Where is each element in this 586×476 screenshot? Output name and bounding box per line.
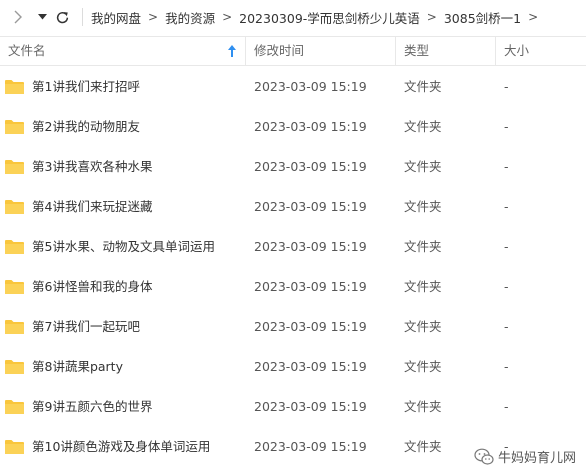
folder-icon (4, 267, 26, 307)
table-row[interactable]: 第9讲五颜六色的世界 2023-03-09 15:19 文件夹 - (0, 387, 586, 427)
file-name: 第4讲我们来玩捉迷藏 (32, 199, 153, 214)
file-size: - (504, 359, 509, 374)
column-header-size[interactable]: 大小 (496, 37, 586, 65)
column-header-modified-label: 修改时间 (254, 43, 305, 58)
file-name: 第7讲我们一起玩吧 (32, 319, 140, 334)
refresh-button[interactable] (52, 7, 72, 27)
table-row[interactable]: 第8讲蔬果party 2023-03-09 15:19 文件夹 - (0, 347, 586, 387)
breadcrumb-separator: > (528, 10, 539, 24)
column-header: 文件名 修改时间 类型 大小 (0, 36, 586, 66)
file-modified: 2023-03-09 15:19 (254, 239, 367, 254)
file-name: 第8讲蔬果party (32, 359, 123, 374)
nav-divider (82, 8, 83, 26)
folder-icon (4, 427, 26, 467)
table-row[interactable]: 第7讲我们一起玩吧 2023-03-09 15:19 文件夹 - (0, 307, 586, 347)
breadcrumb-separator: > (222, 10, 233, 24)
file-name: 第1讲我们来打招呼 (32, 79, 140, 94)
file-type: 文件夹 (404, 359, 442, 374)
folder-icon (4, 307, 26, 347)
file-type: 文件夹 (404, 279, 442, 294)
file-modified: 2023-03-09 15:19 (254, 319, 367, 334)
column-header-name-label: 文件名 (8, 43, 46, 58)
file-modified: 2023-03-09 15:19 (254, 79, 367, 94)
refresh-icon (56, 11, 68, 23)
breadcrumb-separator: > (426, 10, 437, 24)
file-browser: 我的网盘 > 我的资源 > 20230309-学而思剑桥少儿英语 > 3085剑… (0, 0, 586, 476)
breadcrumb-item-my-resources[interactable]: 我的资源 (165, 8, 215, 27)
file-name: 第3讲我喜欢各种水果 (32, 159, 153, 174)
file-size: - (504, 279, 509, 294)
table-row[interactable]: 第1讲我们来打招呼 2023-03-09 15:19 文件夹 - (0, 67, 586, 107)
file-list: 第1讲我们来打招呼 2023-03-09 15:19 文件夹 - 第2讲我的动物… (0, 67, 586, 467)
file-type: 文件夹 (404, 319, 442, 334)
file-modified: 2023-03-09 15:19 (254, 159, 367, 174)
file-size: - (504, 199, 509, 214)
file-modified: 2023-03-09 15:19 (254, 359, 367, 374)
caret-down-icon (37, 14, 47, 20)
table-row[interactable]: 第2讲我的动物朋友 2023-03-09 15:19 文件夹 - (0, 107, 586, 147)
column-header-size-label: 大小 (504, 43, 530, 58)
file-modified: 2023-03-09 15:19 (254, 119, 367, 134)
folder-icon (4, 147, 26, 187)
breadcrumb-item-current-folder[interactable]: 3085剑桥一1 (444, 8, 521, 27)
file-modified: 2023-03-09 15:19 (254, 399, 367, 414)
column-header-name[interactable]: 文件名 (0, 37, 246, 65)
table-row[interactable]: 第4讲我们来玩捉迷藏 2023-03-09 15:19 文件夹 - (0, 187, 586, 227)
file-size: - (504, 399, 509, 414)
column-header-modified[interactable]: 修改时间 (246, 37, 396, 65)
file-size: - (504, 239, 509, 254)
column-header-type-label: 类型 (404, 43, 430, 58)
folder-icon (4, 67, 26, 107)
folder-icon (4, 227, 26, 267)
file-name: 第5讲水果、动物及文具单词运用 (32, 239, 215, 254)
table-row[interactable]: 第5讲水果、动物及文具单词运用 2023-03-09 15:19 文件夹 - (0, 227, 586, 267)
file-size: - (504, 319, 509, 334)
table-row[interactable]: 第3讲我喜欢各种水果 2023-03-09 15:19 文件夹 - (0, 147, 586, 187)
file-name: 第9讲五颜六色的世界 (32, 399, 153, 414)
file-type: 文件夹 (404, 159, 442, 174)
breadcrumb-item-my-netdisk[interactable]: 我的网盘 (91, 8, 141, 27)
file-name: 第2讲我的动物朋友 (32, 119, 140, 134)
history-dropdown-button[interactable] (34, 7, 50, 27)
folder-icon (4, 347, 26, 387)
folder-icon (4, 187, 26, 227)
file-name: 第6讲怪兽和我的身体 (32, 279, 153, 294)
file-size: - (504, 79, 509, 94)
file-type: 文件夹 (404, 79, 442, 94)
file-size: - (504, 119, 509, 134)
file-type: 文件夹 (404, 199, 442, 214)
watermark: 牛妈妈育儿网 (474, 447, 576, 466)
column-header-type[interactable]: 类型 (396, 37, 496, 65)
navigation-bar: 我的网盘 > 我的资源 > 20230309-学而思剑桥少儿英语 > 3085剑… (0, 0, 586, 34)
file-modified: 2023-03-09 15:19 (254, 439, 367, 454)
file-type: 文件夹 (404, 399, 442, 414)
wechat-icon (474, 448, 494, 465)
file-type: 文件夹 (404, 239, 442, 254)
file-modified: 2023-03-09 15:19 (254, 279, 367, 294)
watermark-text: 牛妈妈育儿网 (497, 451, 576, 466)
breadcrumb-item-course-folder[interactable]: 20230309-学而思剑桥少儿英语 (239, 8, 420, 27)
folder-icon (4, 107, 26, 147)
table-row[interactable]: 第6讲怪兽和我的身体 2023-03-09 15:19 文件夹 - (0, 267, 586, 307)
sort-ascending-icon (228, 45, 236, 57)
file-name: 第10讲颜色游戏及身体单词运用 (32, 439, 211, 454)
folder-icon (4, 387, 26, 427)
back-button[interactable] (8, 7, 28, 27)
breadcrumb-separator: > (148, 10, 159, 24)
file-modified: 2023-03-09 15:19 (254, 199, 367, 214)
file-type: 文件夹 (404, 119, 442, 134)
file-size: - (504, 159, 509, 174)
chevron-right-icon (14, 10, 22, 24)
